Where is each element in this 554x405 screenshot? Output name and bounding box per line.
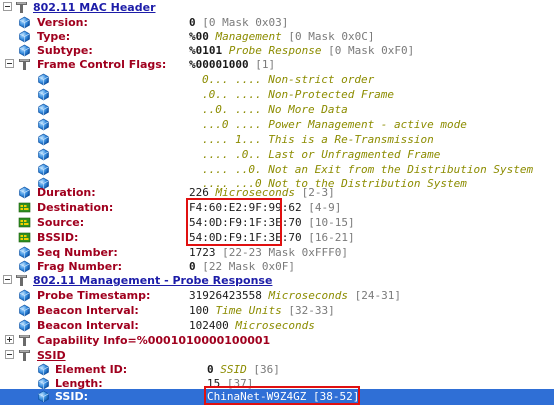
beacon-interval-row[interactable]: Beacon Interval: 100 Time Units [32-33]: [0, 303, 554, 319]
fcf-value: %00001000: [189, 58, 249, 71]
address-icon: [18, 231, 31, 244]
field-icon: [18, 260, 31, 273]
collapse-icon[interactable]: [3, 2, 12, 11]
timestamp-detail: [24-31]: [354, 289, 401, 302]
address-icon: [18, 216, 31, 229]
ssid-highlight-box: [204, 386, 360, 405]
beacon-interval-label: Beacon Interval:: [37, 304, 139, 317]
capability-info: Capability Info=%0001010000100001: [37, 334, 271, 347]
duration-label: Duration:: [37, 186, 96, 199]
flag-row[interactable]: ..0. .... No More Data: [0, 102, 554, 118]
mac-header-row[interactable]: 802.11 MAC Header: [0, 0, 554, 16]
beacon-interval-us-label: Beacon Interval:: [37, 319, 139, 332]
flag-text: 0... .... Non-strict order: [202, 73, 375, 86]
protocol-header-icon: [15, 1, 28, 14]
beacon-interval-note: Time Units: [215, 304, 282, 317]
flag-text: ...0 .... Power Management - active mode: [202, 118, 467, 131]
expand-icon[interactable]: [5, 335, 14, 344]
field-icon: [37, 118, 50, 131]
type-detail: [0 Mask 0x0C]: [288, 30, 375, 43]
timestamp-row[interactable]: Probe Timestamp: 31926423558 Microsecond…: [0, 288, 554, 304]
field-icon: [18, 319, 31, 332]
collapse-icon[interactable]: [3, 275, 12, 284]
field-icon: [18, 304, 31, 317]
destination-label: Destination:: [37, 201, 114, 214]
field-icon: [18, 44, 31, 57]
field-icon: [37, 88, 50, 101]
source-detail: [10-15]: [308, 216, 355, 229]
beacon-interval-detail: [32-33]: [288, 304, 335, 317]
flag-text: .... 1... This is a Re-Transmission: [202, 133, 434, 146]
bssid-detail: [16-21]: [308, 231, 355, 244]
source-label: Source:: [37, 216, 85, 229]
timestamp-value: 31926423558: [189, 289, 262, 302]
field-icon: [18, 289, 31, 302]
flag-text: ..0. .... No More Data: [202, 103, 348, 116]
flag-row[interactable]: .... .0.. Last or Unfragmented Frame: [0, 147, 554, 163]
element-id-note: SSID: [220, 363, 247, 376]
field-icon: [18, 30, 31, 43]
flag-text: .... .0.. Last or Unfragmented Frame: [202, 148, 441, 161]
mgmt-header-row[interactable]: 802.11 Management - Probe Response: [0, 273, 554, 289]
collapse-icon[interactable]: [5, 350, 14, 359]
address-highlight-box: [186, 198, 282, 246]
fcf-row[interactable]: Frame Control Flags: %00001000 [1]: [0, 57, 554, 73]
field-icon: [37, 363, 50, 376]
flag-text: .0.. .... Non-Protected Frame: [202, 88, 395, 101]
decode-tree: 802.11 MAC Header Version: 0 [0 Mask 0x0…: [0, 0, 554, 405]
flag-row[interactable]: .0.. .... Non-Protected Frame: [0, 87, 554, 103]
subtype-detail: [0 Mask 0xF0]: [328, 44, 415, 57]
beacon-interval-us-note: Microseconds: [235, 319, 315, 332]
collapse-icon[interactable]: [5, 59, 14, 68]
flag-row[interactable]: 0... .... Non-strict order: [0, 72, 554, 88]
fcf-label: Frame Control Flags:: [37, 58, 167, 71]
beacon-interval-us-row[interactable]: Beacon Interval: 102400 Microseconds: [0, 318, 554, 334]
seq-value: 1723: [189, 246, 216, 259]
duration-detail: [2-3]: [301, 186, 335, 199]
capability-row[interactable]: Capability Info=%0001010000100001: [0, 333, 554, 349]
timestamp-note: Microseconds: [268, 289, 348, 302]
element-id-detail: [36]: [253, 363, 280, 376]
type-value: %00: [189, 30, 209, 43]
mgmt-title[interactable]: 802.11 Management - Probe Response: [33, 273, 272, 289]
timestamp-label: Probe Timestamp:: [37, 289, 151, 302]
field-icon: [37, 73, 50, 86]
version-detail: [0 Mask 0x03]: [202, 16, 289, 29]
field-icon: [18, 186, 31, 199]
frag-detail: [22 Mask 0x0F]: [202, 260, 295, 273]
address-icon: [18, 201, 31, 214]
field-icon: [37, 148, 50, 161]
fcf-detail: [1]: [255, 58, 276, 71]
field-icon: [37, 103, 50, 116]
protocol-header-icon: [18, 349, 31, 362]
beacon-interval-us-value: 102400: [189, 319, 229, 332]
field-icon: [37, 133, 50, 146]
element-id-value: 0: [207, 363, 214, 376]
protocol-header-icon: [18, 334, 31, 347]
flag-row[interactable]: .... 1... This is a Re-Transmission: [0, 132, 554, 148]
field-icon: [18, 246, 31, 259]
protocol-header-icon: [18, 58, 31, 71]
frag-value: 0: [189, 260, 196, 273]
type-note: Management: [215, 30, 282, 43]
subtype-note: Probe Response: [228, 44, 322, 57]
protocol-header-icon: [15, 274, 28, 287]
flag-row[interactable]: ...0 .... Power Management - active mode: [0, 117, 554, 133]
ssid-label: SSID:: [55, 390, 88, 403]
destination-detail: [4-9]: [308, 201, 342, 214]
field-icon: [18, 16, 31, 29]
bssid-label: BSSID:: [37, 231, 79, 244]
subtype-value: %0101: [189, 44, 223, 57]
version-value: 0: [189, 16, 196, 29]
field-icon: [37, 390, 50, 403]
field-icon: [37, 163, 50, 176]
beacon-interval-value: 100: [189, 304, 209, 317]
mac-header-title[interactable]: 802.11 MAC Header: [33, 0, 156, 16]
seq-detail: [22-23 Mask 0xFFF0]: [222, 246, 348, 259]
